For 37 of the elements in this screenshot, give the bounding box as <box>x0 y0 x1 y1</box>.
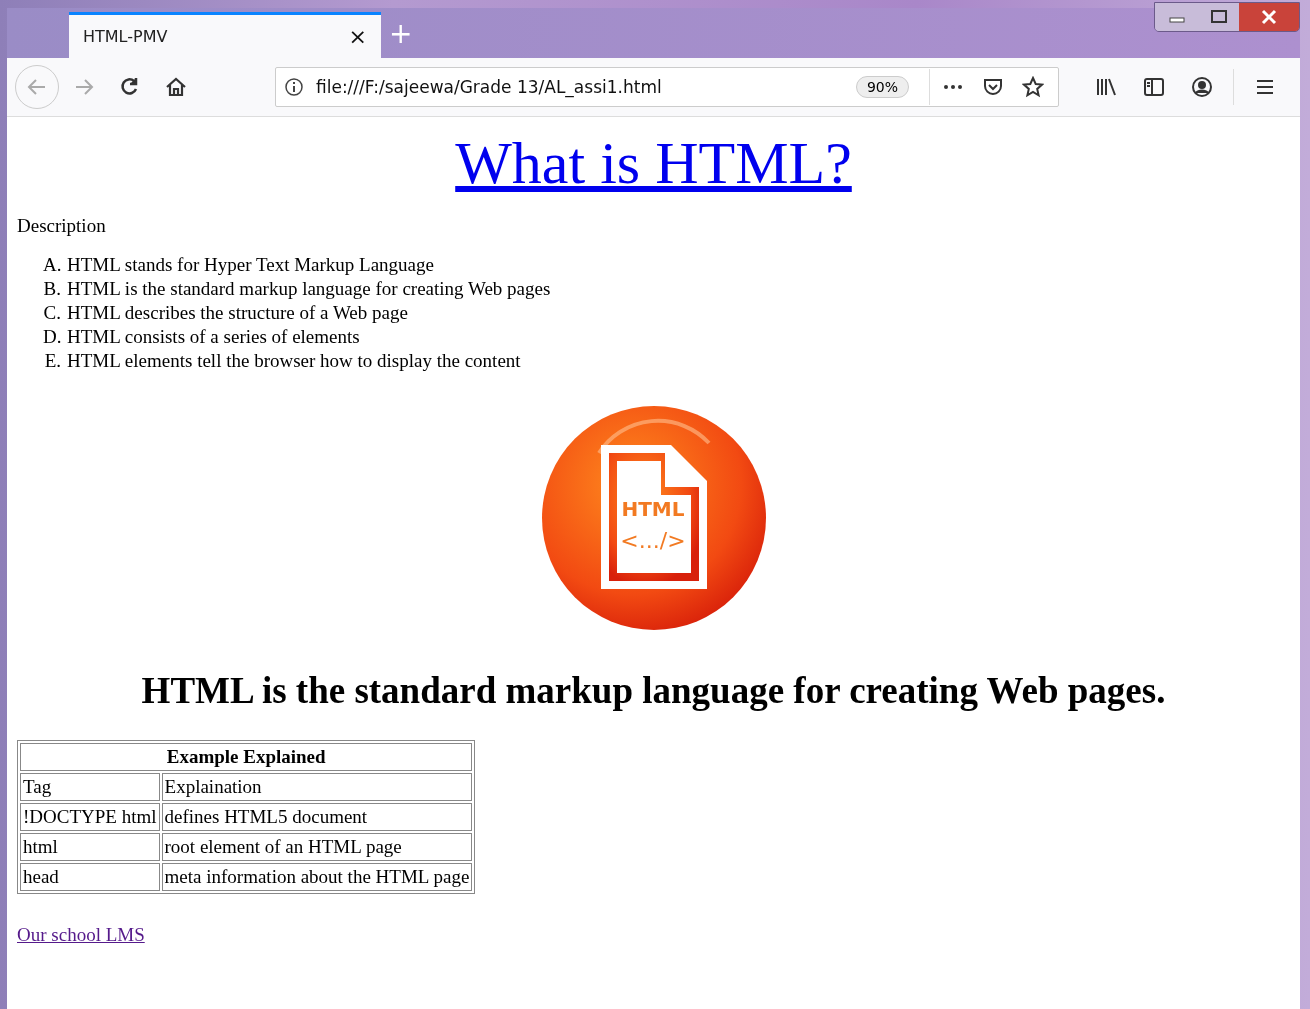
list-marker: B. <box>43 277 61 301</box>
address-bar[interactable]: file:///F:/sajeewa/Grade 13/AL_assi1.html 90% <box>275 67 1059 107</box>
school-lms-link[interactable]: Our school LMS <box>17 924 145 945</box>
table-cell: root element of an HTML page <box>161 833 473 861</box>
list-marker: D. <box>43 325 61 349</box>
maximize-icon[interactable] <box>1199 3 1239 31</box>
table-cell: Explaination <box>161 773 473 801</box>
star-icon[interactable] <box>1022 76 1044 98</box>
info-icon[interactable] <box>284 77 304 97</box>
heading: HTML is the standard markup language for creating Web pages. <box>140 669 1167 712</box>
browser-tab[interactable]: HTML-PMV × <box>69 12 381 58</box>
pocket-icon[interactable] <box>982 76 1004 98</box>
table-cell: meta information about the HTML page <box>161 863 473 891</box>
list-marker: E. <box>43 349 61 373</box>
table-cell: Tag <box>20 773 160 801</box>
sidebar-icon[interactable] <box>1143 76 1165 98</box>
description-label: Description <box>17 215 107 237</box>
close-icon[interactable] <box>1239 3 1299 31</box>
url-text: file:///F:/sajeewa/Grade 13/AL_assi1.html <box>316 77 663 97</box>
list-item: HTML describes the structure of a Web page <box>67 301 408 325</box>
list-marker: C. <box>43 301 61 325</box>
list-item: HTML elements tell the browser how to display the content <box>67 349 521 373</box>
table-cell: defines HTML5 document <box>161 803 473 831</box>
list-item: HTML is the standard markup language for creating Web pages <box>67 277 551 301</box>
list-marker: A. <box>43 253 61 277</box>
library-icon[interactable] <box>1095 76 1117 98</box>
zoom-level-button[interactable]: 90% <box>855 76 909 98</box>
table-cell: !DOCTYPE html <box>20 803 160 831</box>
table-header-cell: Example Explained <box>20 743 473 771</box>
close-tab-button[interactable]: × <box>348 24 367 49</box>
home-icon[interactable] <box>164 75 188 99</box>
account-icon[interactable] <box>1191 76 1213 98</box>
list-item: HTML stands for Hyper Text Markup Language <box>67 253 434 277</box>
table-cell: head <box>20 863 160 891</box>
page-title-link[interactable]: What is HTML? <box>455 130 852 196</box>
table-cell: html <box>20 833 160 861</box>
list-item: HTML consists of a series of elements <box>67 325 360 349</box>
